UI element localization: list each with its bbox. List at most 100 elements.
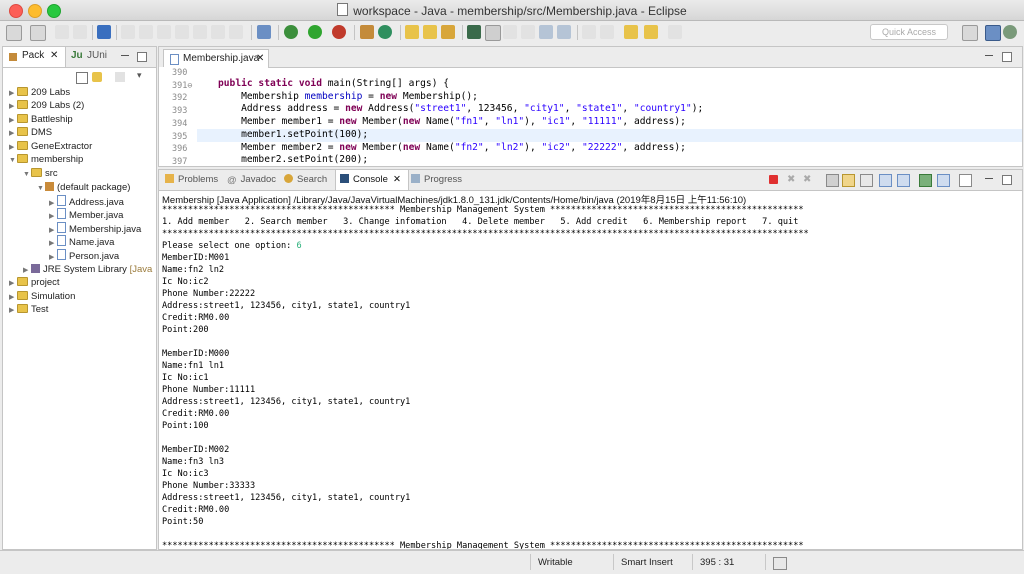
terminate-icon[interactable]	[769, 175, 778, 184]
save-icon[interactable]	[55, 25, 69, 39]
toggle-highlight-icon[interactable]	[485, 25, 501, 41]
expand-arrow-icon[interactable]: ▶	[9, 127, 17, 140]
step-into-icon[interactable]	[175, 25, 189, 39]
show-whitespace-icon[interactable]	[539, 25, 553, 39]
code-line-394[interactable]: Member member1 = new Member(new Name("fn…	[218, 116, 686, 129]
resume-icon[interactable]	[121, 25, 135, 39]
tree-item-simulation[interactable]: ▶ Simulation	[9, 290, 75, 303]
scroll-lock-icon[interactable]	[842, 174, 855, 187]
step-return-icon[interactable]	[211, 25, 225, 39]
tree-item-address-java[interactable]: ▶ Address.java	[49, 195, 124, 208]
expand-arrow-icon[interactable]: ▶	[9, 100, 17, 113]
tree-item-dms[interactable]: ▶ DMS	[9, 126, 52, 139]
progress-view-icon[interactable]	[773, 557, 787, 570]
tree-item-test[interactable]: ▶ Test	[9, 303, 48, 316]
tree-item-209-labs[interactable]: ▶ 209 Labs	[9, 86, 70, 99]
debug-perspective-icon[interactable]	[1003, 25, 1017, 39]
close-icon[interactable]: ✕	[50, 50, 58, 61]
collapse-arrow-icon[interactable]: ▼	[23, 168, 31, 181]
pin-console-icon[interactable]	[919, 174, 932, 187]
tree-item-209-labs-2[interactable]: ▶ 209 Labs (2)	[9, 99, 84, 112]
tree-item-membership[interactable]: ▼ membership	[9, 153, 83, 166]
tab-progress[interactable]: Progress	[411, 174, 462, 185]
tree-item-geneextractor[interactable]: ▶ GeneExtractor	[9, 140, 92, 153]
tree-item-src[interactable]: ▼ src	[23, 167, 58, 180]
minimize-icon[interactable]	[985, 55, 993, 56]
link-with-editor-icon[interactable]	[92, 72, 102, 82]
expand-arrow-icon[interactable]: ▶	[9, 304, 17, 317]
quick-access-input[interactable]: Quick Access	[870, 24, 948, 40]
collapse-arrow-icon[interactable]: ▼	[37, 182, 45, 195]
skip-breakpoints-icon[interactable]	[97, 25, 111, 39]
focus-icon[interactable]	[115, 72, 125, 82]
tab-console[interactable]: Console ✕	[335, 170, 409, 190]
minimize-icon[interactable]	[985, 178, 993, 179]
tree-item-default-package[interactable]: ▼ (default package)	[37, 181, 130, 194]
code-line-392[interactable]: Membership membership = new Membership()…	[218, 91, 478, 104]
step-over-icon[interactable]	[193, 25, 207, 39]
maximize-icon[interactable]	[1002, 52, 1012, 62]
forward-icon[interactable]	[668, 25, 682, 39]
back-icon[interactable]	[644, 25, 658, 39]
remove-all-terminated-icon[interactable]: ✖	[803, 174, 811, 185]
new-java-project-icon[interactable]	[360, 25, 374, 39]
collapse-arrow-icon[interactable]: ▼	[9, 154, 17, 167]
search-icon[interactable]	[441, 25, 455, 39]
save-all-icon[interactable]	[73, 25, 87, 39]
tab-package-explorer[interactable]: Pack ✕	[3, 47, 66, 67]
minimize-icon[interactable]	[121, 55, 129, 56]
code-line-397[interactable]: member2.setPoint(200);	[218, 154, 368, 164]
open-task-icon[interactable]	[257, 25, 271, 39]
console-output[interactable]: ****************************************…	[162, 204, 1020, 549]
last-edit-location-icon[interactable]	[624, 25, 638, 39]
toggle-word-wrap-icon[interactable]	[521, 25, 535, 39]
tree-item-membership-java[interactable]: ▶ Membership.java	[49, 222, 141, 235]
java-perspective-icon[interactable]	[985, 25, 1001, 41]
tab-membership-java[interactable]: Membership.java ✕	[163, 49, 269, 68]
tab-junit[interactable]: Ju JUni	[69, 47, 109, 67]
insert-mode-status[interactable]: Smart Insert	[621, 557, 673, 568]
terminate-icon[interactable]	[157, 25, 171, 39]
new-java-class-icon[interactable]	[378, 25, 392, 39]
open-resource-icon[interactable]	[423, 25, 437, 39]
expand-arrow-icon[interactable]: ▶	[9, 277, 17, 290]
tab-problems[interactable]: Problems	[165, 174, 218, 185]
suspend-icon[interactable]	[139, 25, 153, 39]
run-icon[interactable]	[308, 25, 322, 39]
previous-annotation-icon[interactable]	[600, 25, 614, 39]
view-menu-icon[interactable]: ▾	[137, 70, 142, 81]
maximize-icon[interactable]	[137, 52, 147, 62]
show-on-output-icon[interactable]	[879, 174, 892, 187]
tree-item-project[interactable]: ▶ project	[9, 276, 60, 289]
next-annotation-icon[interactable]	[582, 25, 596, 39]
collapse-all-icon[interactable]	[76, 72, 88, 84]
tree-item-jre-system-library[interactable]: ▶ JRE System Library [Java	[23, 263, 152, 276]
close-icon[interactable]: ✕	[256, 50, 264, 67]
tree-item-name-java[interactable]: ▶ Name.java	[49, 235, 114, 248]
code-line-393[interactable]: Address address = new Address("street1",…	[218, 103, 703, 116]
tree-item-member-java[interactable]: ▶ Member.java	[49, 208, 123, 221]
close-icon[interactable]: ✕	[393, 174, 401, 185]
debug-icon[interactable]	[284, 25, 298, 39]
maximize-icon[interactable]	[1002, 175, 1012, 185]
tree-item-person-java[interactable]: ▶ Person.java	[49, 249, 119, 262]
new-icon[interactable]	[6, 25, 22, 41]
open-console-icon[interactable]	[959, 174, 972, 187]
code-line-396[interactable]: Member member2 = new Member(new Name("fn…	[218, 142, 686, 155]
word-wrap-icon[interactable]	[860, 174, 873, 187]
tab-search[interactable]: Search	[284, 174, 327, 185]
show-on-error-icon[interactable]	[897, 174, 910, 187]
toggle-block-icon[interactable]	[503, 25, 517, 39]
tab-javadoc[interactable]: @ Javadoc	[227, 174, 276, 186]
clear-console-icon[interactable]	[826, 174, 839, 187]
toggle-mark-occurrences-icon[interactable]	[467, 25, 481, 39]
display-console-icon[interactable]	[937, 174, 950, 187]
remove-launch-icon[interactable]: ✖	[787, 174, 795, 185]
drop-to-frame-icon[interactable]	[229, 25, 243, 39]
new-type-icon[interactable]	[30, 25, 46, 41]
coverage-icon[interactable]	[332, 25, 346, 39]
toggle-breadcrumb-icon[interactable]	[557, 25, 571, 39]
open-perspective-icon[interactable]	[962, 25, 978, 41]
code-line-391[interactable]: public static void main(String[] args) {	[218, 78, 449, 91]
tree-item-battleship[interactable]: ▶ Battleship	[9, 113, 73, 126]
